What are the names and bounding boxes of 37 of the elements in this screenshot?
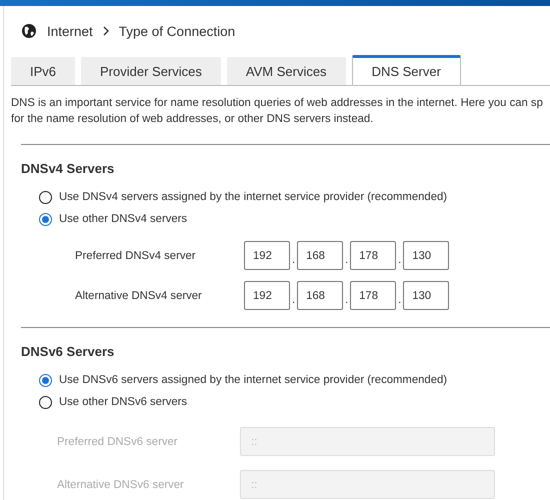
separator-dot: . <box>398 254 402 266</box>
radio-button[interactable] <box>39 396 52 408</box>
octet-field[interactable]: 168 <box>297 241 344 270</box>
chevron-right-icon <box>102 26 109 36</box>
globe-icon <box>21 23 37 39</box>
field-label: Preferred DNSv4 server <box>75 250 197 262</box>
separator-dot: . <box>398 294 402 306</box>
radio-button[interactable] <box>39 190 52 204</box>
section-heading: DNSv6 Servers <box>21 344 116 359</box>
octet-field[interactable]: 178 <box>350 281 396 310</box>
field-label: Alternative DNSv6 server <box>57 478 185 490</box>
octet-field[interactable]: 130 <box>403 241 450 270</box>
octet-field[interactable]: 192 <box>244 281 290 310</box>
tab[interactable]: DNS Server <box>352 55 461 85</box>
separator-dot: . <box>345 294 348 306</box>
radio-label[interactable]: Use other DNSv4 servers <box>59 213 188 225</box>
description-text: DNS is an important service for name resolution queries of web addresses in the internet. Here you can sp for the name resolution of web addresses, or other DNS servers instead. <box>11 96 544 127</box>
octet-field[interactable]: 192 <box>244 241 290 270</box>
tab[interactable]: Provider Services <box>81 57 221 85</box>
section-heading: DNSv4 Servers <box>21 161 116 176</box>
radio-label[interactable]: Use DNSv6 servers assigned by the internet service provider (recommended) <box>59 374 448 386</box>
field-label: Preferred DNSv6 server <box>57 436 179 448</box>
radio-label[interactable]: Use DNSv4 servers assigned by the internet service provider (recommended) <box>59 191 448 203</box>
radio-label[interactable]: Use other DNSv6 servers <box>59 396 188 408</box>
octet-field[interactable]: 178 <box>350 241 396 270</box>
radio-button[interactable] <box>39 212 52 226</box>
tab[interactable]: IPv6 <box>11 57 76 85</box>
breadcrumb-item[interactable]: Type of Connection <box>118 24 236 38</box>
octet-field[interactable]: 168 <box>297 281 344 310</box>
separator-dot: . <box>292 294 296 306</box>
separator-dot: . <box>292 254 296 266</box>
breadcrumb-item[interactable]: Internet <box>47 24 93 38</box>
radio-button[interactable] <box>39 374 52 386</box>
octet-field[interactable]: 130 <box>403 281 450 310</box>
separator-dot: . <box>345 254 348 266</box>
field-label: Alternative DNSv4 server <box>75 290 203 302</box>
tab[interactable]: AVM Services <box>226 57 346 85</box>
